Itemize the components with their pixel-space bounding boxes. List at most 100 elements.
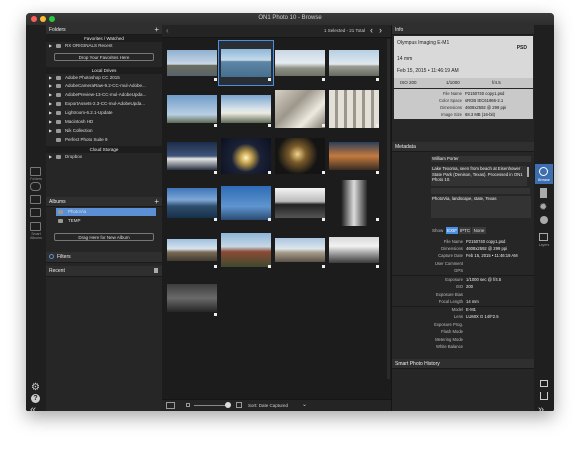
edit-badge-icon bbox=[376, 218, 379, 221]
thumbnail-cell[interactable] bbox=[273, 41, 327, 85]
portrait-icon[interactable] bbox=[540, 216, 548, 224]
small-thumb-icon bbox=[186, 403, 190, 407]
effects-icon[interactable]: ✹ bbox=[539, 202, 547, 213]
photo-thumbnail bbox=[275, 238, 325, 262]
share-icon[interactable] bbox=[540, 392, 548, 400]
exif-label: Dimensions bbox=[441, 246, 463, 251]
thumbnail-cell[interactable] bbox=[219, 87, 273, 131]
trash-icon[interactable] bbox=[154, 268, 158, 273]
drive-icon bbox=[56, 76, 61, 80]
thumbnail-cell[interactable] bbox=[219, 228, 273, 272]
drive-item[interactable]: ▶ Nik Collection bbox=[46, 127, 162, 135]
lens-focal: 14 mm bbox=[397, 56, 413, 62]
cloud-item[interactable]: ▶ Dropbox bbox=[46, 153, 162, 161]
photo-thumbnail bbox=[167, 50, 217, 76]
tab-none[interactable]: None bbox=[472, 227, 486, 234]
description-field[interactable]: Lake Texoma, seen from beach at Eisenhow… bbox=[431, 166, 527, 186]
filter-icon[interactable] bbox=[30, 222, 41, 231]
drive-icon bbox=[56, 111, 61, 115]
thumbnail-cell[interactable] bbox=[165, 181, 219, 225]
thumbnail-cell[interactable] bbox=[273, 87, 327, 131]
thumbnail-cell[interactable] bbox=[219, 134, 273, 178]
recent-header[interactable]: Recent bbox=[46, 266, 162, 277]
tab-exif[interactable]: EXIF bbox=[446, 227, 458, 234]
filter-toggle-icon[interactable] bbox=[49, 254, 54, 259]
layers-icon[interactable] bbox=[539, 233, 548, 241]
left-panel: Folders + Favorites / Watched ▶ RX ORIGI… bbox=[46, 25, 162, 411]
sort-label[interactable]: Sort: Date Captured bbox=[248, 403, 288, 408]
thumbnail-cell[interactable] bbox=[273, 228, 327, 272]
edit-badge-icon bbox=[268, 78, 271, 81]
keywords-field[interactable]: PhotoVia, landscape, state, Texas bbox=[431, 196, 531, 218]
slider-handle[interactable] bbox=[225, 402, 231, 408]
capture-date: Feb 15, 2015 • 11:46:19 AM bbox=[397, 68, 459, 74]
drive-item[interactable]: ▶ Lightroom-6.2.1-Update bbox=[46, 109, 162, 117]
edit-badge-icon bbox=[214, 124, 217, 127]
thumbnail-cell[interactable] bbox=[165, 276, 219, 320]
favorite-item[interactable]: ▶ RX ORIGINALS Recent bbox=[46, 42, 162, 50]
albums-header: Albums + bbox=[46, 197, 162, 207]
add-album-button[interactable]: + bbox=[154, 197, 159, 206]
edit-badge-icon bbox=[214, 218, 217, 221]
thumbnail-cell[interactable] bbox=[327, 228, 381, 272]
grid-scrollbar[interactable] bbox=[387, 39, 390, 379]
drive-item[interactable]: ▶ Macintosh HD bbox=[46, 118, 162, 126]
albums-icon[interactable] bbox=[30, 195, 41, 204]
drive-item[interactable]: ▶ ExportAssets-2.3-CC-mul-AdobeUpda... bbox=[46, 100, 162, 108]
thumbnail-cell[interactable] bbox=[219, 181, 273, 225]
description-scrollbar[interactable] bbox=[527, 167, 529, 177]
file-info-label: Image Size bbox=[441, 112, 462, 117]
drive-item[interactable]: ▶ Adobe Photoshop CC 2015 bbox=[46, 74, 162, 82]
photo-thumbnail bbox=[329, 142, 379, 170]
next-arrow-icon[interactable]: › bbox=[379, 25, 382, 35]
chevrons-right-icon[interactable]: » bbox=[538, 404, 544, 411]
thumbnail-cell[interactable] bbox=[165, 87, 219, 131]
prev-arrow-icon[interactable]: ‹ bbox=[370, 25, 373, 35]
exif-label: Metering Mode bbox=[435, 337, 463, 342]
grid-view-icon[interactable] bbox=[166, 402, 175, 409]
new-album-drop-button[interactable]: Drag Here for New Album bbox=[54, 233, 154, 241]
album-item-selected[interactable]: PhotoVia bbox=[56, 208, 156, 216]
gear-icon[interactable]: ⚙ bbox=[31, 382, 40, 393]
sort-chevron-down-icon[interactable]: ⌄ bbox=[302, 401, 307, 408]
photo-thumbnail bbox=[167, 95, 217, 123]
tab-iptc[interactable]: IPTC bbox=[459, 227, 471, 234]
album-item[interactable]: TEMP bbox=[46, 217, 162, 225]
smart-album-icon[interactable] bbox=[30, 208, 41, 217]
export-icon[interactable] bbox=[540, 380, 548, 387]
thumbnail-cell[interactable] bbox=[165, 41, 219, 85]
file-info-label: File Name bbox=[442, 91, 462, 96]
thumbnail-cell[interactable] bbox=[327, 180, 381, 226]
author-field[interactable]: William Porter bbox=[431, 156, 531, 162]
help-icon[interactable]: ? bbox=[31, 394, 40, 403]
back-arrow-icon[interactable]: ‹ bbox=[166, 26, 169, 35]
expand-icon[interactable]: ▶ bbox=[49, 42, 52, 50]
photo-thumbnail bbox=[221, 186, 271, 220]
drive-item[interactable]: ▶ AdobeCameraRaw-9.2-CC-mul-Adobe... bbox=[46, 82, 162, 90]
folder-icon[interactable] bbox=[30, 167, 41, 176]
drive-icon bbox=[56, 120, 61, 124]
chevrons-left-icon[interactable]: « bbox=[30, 404, 36, 411]
thumbnail-cell[interactable] bbox=[165, 134, 219, 178]
exif-divider bbox=[392, 306, 535, 307]
cloud-icon[interactable] bbox=[30, 182, 41, 191]
thumbnail-cell[interactable] bbox=[218, 40, 274, 86]
drive-item[interactable]: Perfect Photo Suite 9 bbox=[46, 136, 162, 144]
photo-thumbnail bbox=[167, 284, 217, 312]
thumbnail-cell[interactable] bbox=[273, 181, 327, 225]
drop-favorites-button[interactable]: Drop Your Favorites Here bbox=[54, 53, 154, 61]
folders-strip-label: Folders bbox=[30, 177, 42, 181]
thumbnail-cell[interactable] bbox=[327, 41, 381, 85]
thumbnail-cell[interactable] bbox=[165, 228, 219, 272]
thumbnail-cell[interactable] bbox=[273, 134, 327, 178]
develop-icon[interactable] bbox=[540, 188, 547, 198]
thumbnail-cell[interactable] bbox=[327, 134, 381, 178]
window-title: ON1 Photo 10 - Browse bbox=[258, 15, 322, 21]
add-folder-button[interactable]: + bbox=[154, 25, 159, 34]
filters-header[interactable]: Filters bbox=[46, 252, 162, 263]
drive-item[interactable]: ▶ AdobePreview-13-CC-mul-AdobeUpda... bbox=[46, 91, 162, 99]
add-keyword-field[interactable] bbox=[431, 188, 530, 194]
exif-label: GPS bbox=[454, 268, 463, 273]
thumbnail-cell[interactable] bbox=[327, 87, 381, 131]
module-browse[interactable]: Browse bbox=[535, 164, 553, 184]
